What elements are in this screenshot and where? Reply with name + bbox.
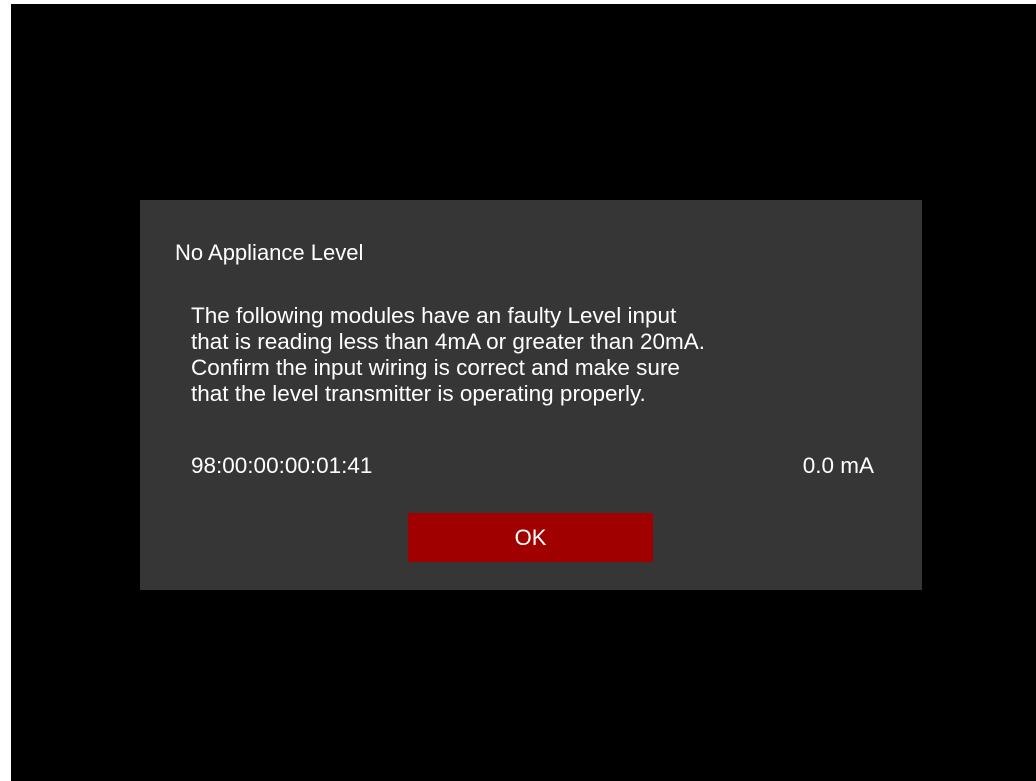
message-line: that the level transmitter is operating … [191, 381, 646, 406]
module-id: 98:00:00:00:01:41 [191, 453, 373, 478]
dialog-message: The following modules have an faulty Lev… [191, 303, 891, 407]
module-list-item: 98:00:00:00:01:41 0.0 mA [191, 453, 874, 481]
dialog-title: No Appliance Level [175, 240, 364, 265]
message-line: Confirm the input wiring is correct and … [191, 355, 680, 380]
app-screen: No Appliance Level The following modules… [11, 4, 1036, 781]
ok-button[interactable]: OK [408, 513, 653, 562]
alert-dialog: No Appliance Level The following modules… [140, 200, 922, 590]
message-line: that is reading less than 4mA or greater… [191, 329, 706, 354]
module-reading: 0.0 mA [802, 453, 874, 478]
message-line: The following modules have an faulty Lev… [191, 303, 677, 328]
